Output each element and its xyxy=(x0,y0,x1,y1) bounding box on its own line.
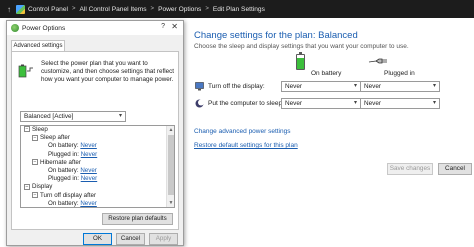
up-arrow-icon[interactable]: ↑ xyxy=(4,3,14,15)
display-plugged-value: Never xyxy=(364,83,382,90)
chevron-down-icon: ▾ xyxy=(353,100,357,106)
sleep-battery-select[interactable]: Never ▾ xyxy=(281,98,361,109)
collapse-icon[interactable]: − xyxy=(32,191,38,198)
settings-tree-rows: − Sleep − Sleep after On battery: Never Plugg… xyxy=(21,126,167,207)
sleep-label: Put the computer to sleep: xyxy=(208,100,284,107)
tree-row-label: Sleep after xyxy=(40,134,70,142)
cancel-button[interactable]: Cancel xyxy=(438,163,472,175)
tree-row[interactable]: − Display xyxy=(21,183,167,191)
tree-row-value[interactable]: Never xyxy=(80,142,97,149)
tree-row-label: Turn off display after xyxy=(40,191,97,199)
tree-row-label: Display xyxy=(32,183,53,191)
tree-row-label: On battery: xyxy=(48,166,81,174)
tree-row[interactable]: Plugged in: Never xyxy=(21,175,167,183)
tree-row[interactable]: Plugged in: Never xyxy=(21,151,167,159)
breadcrumb-power-options[interactable]: Power Options xyxy=(158,6,201,13)
power-options-icon xyxy=(11,24,19,32)
breadcrumb-all-items[interactable]: All Control Panel Items xyxy=(79,6,146,13)
plan-select[interactable]: Balanced [Active] ▾ xyxy=(20,111,126,122)
close-icon[interactable]: ✕ xyxy=(171,22,178,31)
collapse-icon[interactable]: − xyxy=(24,183,30,190)
tree-row[interactable]: − Turn off display after xyxy=(21,192,167,200)
restore-plan-defaults-button[interactable]: Restore plan defaults xyxy=(102,213,173,225)
moon-icon xyxy=(195,99,204,108)
tree-row-label: Hibernate after xyxy=(40,158,81,166)
breadcrumb-separator: > xyxy=(205,6,209,12)
apply-button[interactable]: Apply xyxy=(149,233,178,245)
battery-plug-icon xyxy=(18,64,33,78)
tree-row-value[interactable]: Never xyxy=(81,175,98,182)
tree-row[interactable]: − Sleep after xyxy=(21,134,167,142)
tree-scrollbar[interactable]: ▲ ▼ xyxy=(166,126,174,207)
tree-row[interactable]: − Hibernate after xyxy=(21,159,167,167)
monitor-icon xyxy=(195,82,204,91)
dialog-cancel-button[interactable]: Cancel xyxy=(116,233,145,245)
chevron-down-icon: ▾ xyxy=(432,83,436,89)
advanced-settings-panel: Select the power plan that you want to c… xyxy=(11,51,179,230)
tree-row-label: Plugged in: xyxy=(48,150,81,158)
display-battery-value: Never xyxy=(285,83,303,90)
plugged-in-header: Plugged in xyxy=(384,70,415,77)
advanced-settings-link[interactable]: Change advanced power settings xyxy=(194,128,290,135)
save-changes-button[interactable]: Save changes xyxy=(387,163,433,175)
edit-plan-panel: Change settings for the plan: Balanced C… xyxy=(178,18,474,247)
tree-row-value[interactable]: Never xyxy=(81,151,98,158)
dialog-title-bar[interactable]: Power Options ? ✕ xyxy=(7,21,183,35)
tree-row-label: On battery: xyxy=(48,142,81,150)
tree-row-label: Sleep xyxy=(32,126,48,133)
settings-tree[interactable]: − Sleep − Sleep after On battery: Never Plugg… xyxy=(20,125,175,208)
page-subtitle: Choose the sleep and display settings th… xyxy=(194,43,409,50)
sleep-plugged-select[interactable]: Never ▾ xyxy=(360,98,440,109)
control-panel-icon xyxy=(16,4,25,14)
collapse-icon[interactable]: − xyxy=(32,159,38,166)
on-battery-header: On battery xyxy=(311,70,342,77)
tree-row[interactable]: − Sleep xyxy=(21,126,167,134)
tree-row-label: On battery: xyxy=(48,199,81,207)
display-battery-select[interactable]: Never ▾ xyxy=(281,81,361,92)
tree-row[interactable]: On battery: Never xyxy=(21,167,167,175)
page-title: Change settings for the plan: Balanced xyxy=(194,30,358,41)
chevron-down-icon: ▾ xyxy=(118,113,122,119)
breadcrumb-edit-plan[interactable]: Edit Plan Settings xyxy=(213,6,265,13)
power-options-dialog: Power Options ? ✕ Advanced settings Sele… xyxy=(6,20,184,246)
scroll-down-icon[interactable]: ▼ xyxy=(167,199,174,207)
intro-text: Select the power plan that you want to c… xyxy=(41,60,175,83)
tree-row-value[interactable]: Never xyxy=(80,167,97,174)
tree-row-value[interactable]: Never xyxy=(80,200,97,207)
ok-button[interactable]: OK xyxy=(83,233,112,245)
scroll-up-icon[interactable]: ▲ xyxy=(167,126,174,134)
breadcrumb-separator: > xyxy=(150,6,155,12)
plan-select-value: Balanced [Active] xyxy=(24,113,74,120)
tree-row[interactable]: On battery: Never xyxy=(21,142,167,150)
scroll-thumb[interactable] xyxy=(168,135,174,195)
sleep-battery-value: Never xyxy=(285,100,303,107)
plug-icon xyxy=(368,58,387,64)
tree-row[interactable]: On battery: Never xyxy=(21,199,167,207)
chevron-down-icon: ▾ xyxy=(353,83,357,89)
collapse-icon[interactable]: − xyxy=(32,134,38,141)
restore-defaults-link[interactable]: Restore default settings for this plan xyxy=(194,142,298,149)
sleep-plugged-value: Never xyxy=(364,100,382,107)
tree-row-label: Plugged in: xyxy=(48,175,81,183)
address-bar[interactable]: ↑ Control Panel > All Control Panel Item… xyxy=(0,0,474,18)
collapse-icon[interactable]: − xyxy=(24,126,30,133)
chevron-down-icon: ▾ xyxy=(432,100,436,106)
breadcrumb-control-panel[interactable]: Control Panel xyxy=(28,6,68,13)
dialog-title: Power Options xyxy=(22,24,66,32)
breadcrumb-separator: > xyxy=(71,6,76,12)
display-plugged-select[interactable]: Never ▾ xyxy=(360,81,440,92)
turn-off-display-label: Turn off the display: xyxy=(208,83,265,90)
battery-icon xyxy=(296,52,305,70)
help-icon[interactable]: ? xyxy=(161,23,165,30)
